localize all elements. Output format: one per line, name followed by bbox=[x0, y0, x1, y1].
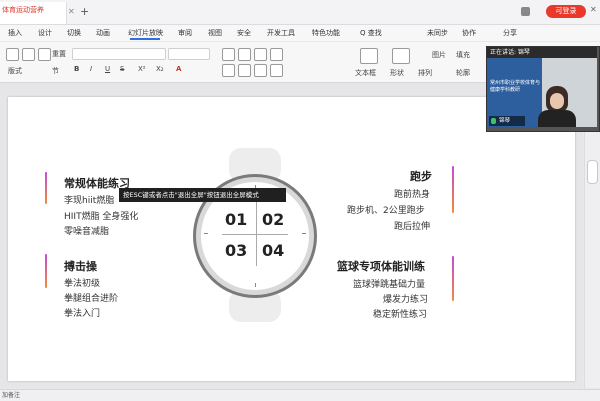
align-left-icon[interactable] bbox=[222, 64, 235, 77]
italic-icon[interactable]: I bbox=[90, 65, 92, 73]
watch-tick bbox=[255, 283, 256, 287]
watch-divider-horizontal bbox=[222, 234, 288, 235]
list-item: 跑前热身 bbox=[394, 190, 431, 200]
sections-button[interactable]: 节 bbox=[52, 66, 59, 76]
sync-status[interactable]: 未同步 bbox=[427, 28, 448, 38]
menu-slideshow[interactable]: 幻灯片放映 bbox=[128, 28, 163, 38]
paste-icon[interactable] bbox=[6, 48, 19, 61]
menu-developer[interactable]: 开发工具 bbox=[267, 28, 295, 38]
outline-button[interactable]: 轮廓 bbox=[456, 68, 470, 78]
textbox-icon[interactable] bbox=[360, 48, 378, 64]
person-body bbox=[538, 110, 576, 127]
watch-divider-vertical bbox=[256, 202, 257, 266]
strikethrough-icon[interactable]: S bbox=[120, 65, 124, 73]
scrollbar-thumb[interactable] bbox=[587, 160, 598, 184]
list-item: 拳法初级 bbox=[64, 279, 101, 289]
window-badge-icon[interactable] bbox=[521, 7, 530, 16]
arrange-button[interactable]: 排列 bbox=[418, 68, 432, 78]
list-item: 稳定新性练习 bbox=[373, 310, 428, 320]
font-color-icon[interactable]: A bbox=[176, 65, 181, 73]
notes-label[interactable]: 加备注 bbox=[2, 390, 20, 399]
status-bar bbox=[0, 389, 600, 401]
copy-icon[interactable] bbox=[22, 48, 35, 61]
list-item: 拳法入门 bbox=[64, 309, 101, 319]
menu-security[interactable]: 安全 bbox=[237, 28, 251, 38]
section-title-basketball: 篮球专项体能训练 bbox=[337, 260, 425, 273]
section-title-running: 跑步 bbox=[410, 170, 432, 183]
menu-transition[interactable]: 切换 bbox=[67, 28, 81, 38]
watch-number: 01 bbox=[225, 210, 248, 229]
collaborate-button[interactable]: 协作 bbox=[462, 28, 476, 38]
menu-view[interactable]: 视图 bbox=[208, 28, 222, 38]
list-item: 李现hiit燃脂 bbox=[64, 196, 115, 206]
list-item: 篮球弹跳基础力量 bbox=[353, 280, 426, 290]
share-button[interactable]: 分享 bbox=[503, 28, 517, 38]
font-family-select[interactable] bbox=[72, 48, 166, 60]
numbering-icon[interactable] bbox=[238, 48, 251, 61]
fill-button[interactable]: 填充 bbox=[456, 50, 470, 60]
list-item: 跑步机、2公里跑步 bbox=[347, 206, 425, 216]
font-size-select[interactable] bbox=[168, 48, 210, 60]
close-icon[interactable]: ✕ bbox=[68, 7, 75, 16]
new-slide-icon[interactable] bbox=[38, 48, 51, 61]
textbox-button[interactable]: 文本框 bbox=[355, 68, 376, 78]
watch-number: 04 bbox=[262, 241, 285, 260]
screen-text: 常州市职业学校体育与健康学科教研 bbox=[490, 80, 541, 93]
watch-tick bbox=[302, 233, 306, 234]
active-tab-indicator bbox=[130, 38, 160, 40]
menu-animation[interactable]: 动画 bbox=[96, 28, 110, 38]
watch-tick bbox=[204, 233, 208, 234]
person-face bbox=[550, 93, 564, 109]
microphone-icon bbox=[491, 118, 496, 124]
speaker-header: 正在讲话: 锦琴 bbox=[487, 47, 597, 58]
line-spacing-icon[interactable] bbox=[270, 48, 283, 61]
bold-icon[interactable]: B bbox=[74, 65, 79, 73]
shape-button[interactable]: 形状 bbox=[390, 68, 404, 78]
superscript-icon[interactable]: X² bbox=[138, 65, 146, 73]
watch-number: 03 bbox=[225, 241, 248, 260]
list-item: 跑后拉伸 bbox=[394, 222, 431, 232]
accent-bar bbox=[45, 254, 47, 288]
list-item: 拳腿组合进阶 bbox=[64, 294, 119, 304]
title-bar bbox=[0, 0, 600, 25]
section-title-boxing: 搏击操 bbox=[64, 260, 97, 273]
menu-search[interactable]: Q 查找 bbox=[360, 28, 382, 38]
subscript-icon[interactable]: X₂ bbox=[156, 65, 164, 73]
shape-icon[interactable] bbox=[392, 48, 410, 64]
indent-icon[interactable] bbox=[254, 48, 267, 61]
document-tab-label: 体育运动营养 bbox=[2, 6, 44, 14]
menu-review[interactable]: 审阅 bbox=[178, 28, 192, 38]
accent-bar bbox=[452, 166, 454, 213]
list-item: HIIT燃脂 全身强化 bbox=[64, 212, 139, 222]
login-button[interactable]: 可登录 bbox=[546, 5, 586, 18]
new-tab-button[interactable]: + bbox=[80, 5, 89, 18]
list-item: 爆发力练习 bbox=[383, 295, 429, 305]
window-close-icon[interactable]: ✕ bbox=[590, 5, 597, 14]
align-center-icon[interactable] bbox=[238, 64, 251, 77]
layout-button[interactable]: 版式 bbox=[8, 66, 22, 76]
menu-design[interactable]: 设计 bbox=[38, 28, 52, 38]
menu-features[interactable]: 特色功能 bbox=[312, 28, 340, 38]
accent-bar bbox=[452, 256, 454, 301]
bullets-icon[interactable] bbox=[222, 48, 235, 61]
underline-icon[interactable]: U bbox=[105, 65, 110, 73]
justify-icon[interactable] bbox=[270, 64, 283, 77]
watch-number: 02 bbox=[262, 210, 285, 229]
align-right-icon[interactable] bbox=[254, 64, 267, 77]
accent-bar bbox=[45, 172, 47, 204]
menu-insert[interactable]: 插入 bbox=[8, 28, 22, 38]
list-item: 零噪音减脂 bbox=[64, 227, 110, 237]
reset-button[interactable]: 重置 bbox=[52, 49, 66, 59]
picture-button[interactable]: 图片 bbox=[432, 50, 446, 60]
fullscreen-tooltip: 按ESC键或者点击"退出全屏"按钮退出全屏模式 bbox=[119, 188, 286, 202]
